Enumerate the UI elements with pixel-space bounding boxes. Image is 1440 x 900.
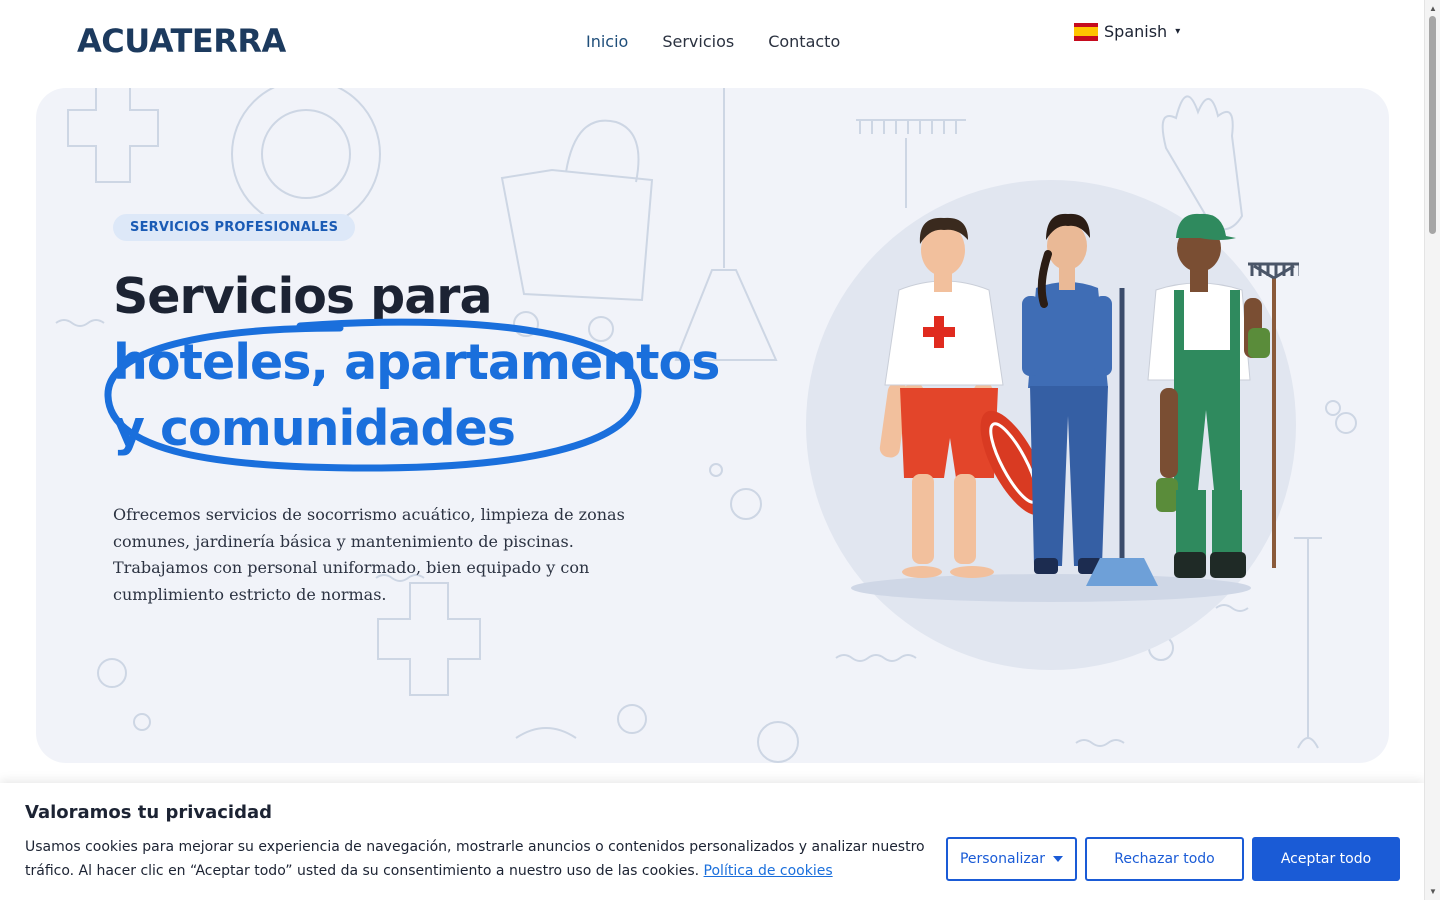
services-badge: SERVICIOS PROFESIONALES: [113, 214, 356, 241]
reject-all-button[interactable]: Rechazar todo: [1085, 837, 1244, 881]
hero-section: SERVICIOS PROFESIONALES Servicios para h…: [36, 88, 1389, 763]
hero-description: Ofrecemos servicios de socorrismo acuáti…: [113, 505, 625, 604]
accept-all-button[interactable]: Aceptar todo: [1252, 837, 1400, 881]
cookie-banner: Valoramos tu privacidad Usamos cookies p…: [0, 783, 1424, 900]
staff-illustration: [806, 180, 1299, 670]
nav-item-servicios[interactable]: Servicios: [662, 32, 734, 51]
headline-line-3: y comunidades: [113, 400, 516, 457]
nav-item-inicio[interactable]: Inicio: [586, 32, 628, 51]
headline-line-2: hoteles, apartamentos: [113, 334, 720, 391]
page-scrollbar[interactable]: ▲ ▼: [1424, 0, 1440, 900]
customize-label: Personalizar: [959, 851, 1046, 867]
chevron-down-icon: ▾: [1175, 26, 1181, 37]
cookie-title: Valoramos tu privacidad: [25, 802, 273, 823]
headline-line-1: Servicios para: [113, 268, 493, 325]
language-label: Spanish: [1104, 22, 1168, 41]
spain-flag-icon: [1074, 22, 1098, 41]
scroll-down-arrow-icon[interactable]: ▼: [1429, 887, 1437, 896]
customize-button[interactable]: Personalizar: [946, 837, 1077, 881]
scrollbar-thumb[interactable]: [1429, 16, 1436, 234]
site-header: ACUATERRA Inicio Servicios Contacto Span…: [0, 0, 1424, 88]
main-nav: Inicio Servicios Contacto: [586, 32, 840, 51]
nav-item-contacto[interactable]: Contacto: [768, 32, 840, 51]
hero-headline: Servicios para hoteles, apartamentos y c…: [113, 264, 720, 462]
cookie-text: Usamos cookies para mejorar su experienc…: [25, 835, 940, 883]
caret-down-icon: [1053, 856, 1064, 862]
language-selector[interactable]: Spanish ▾: [1074, 22, 1180, 41]
scroll-up-arrow-icon[interactable]: ▲: [1429, 4, 1437, 13]
site-logo[interactable]: ACUATERRA: [77, 22, 286, 60]
cookie-policy-link[interactable]: Política de cookies: [704, 863, 833, 879]
